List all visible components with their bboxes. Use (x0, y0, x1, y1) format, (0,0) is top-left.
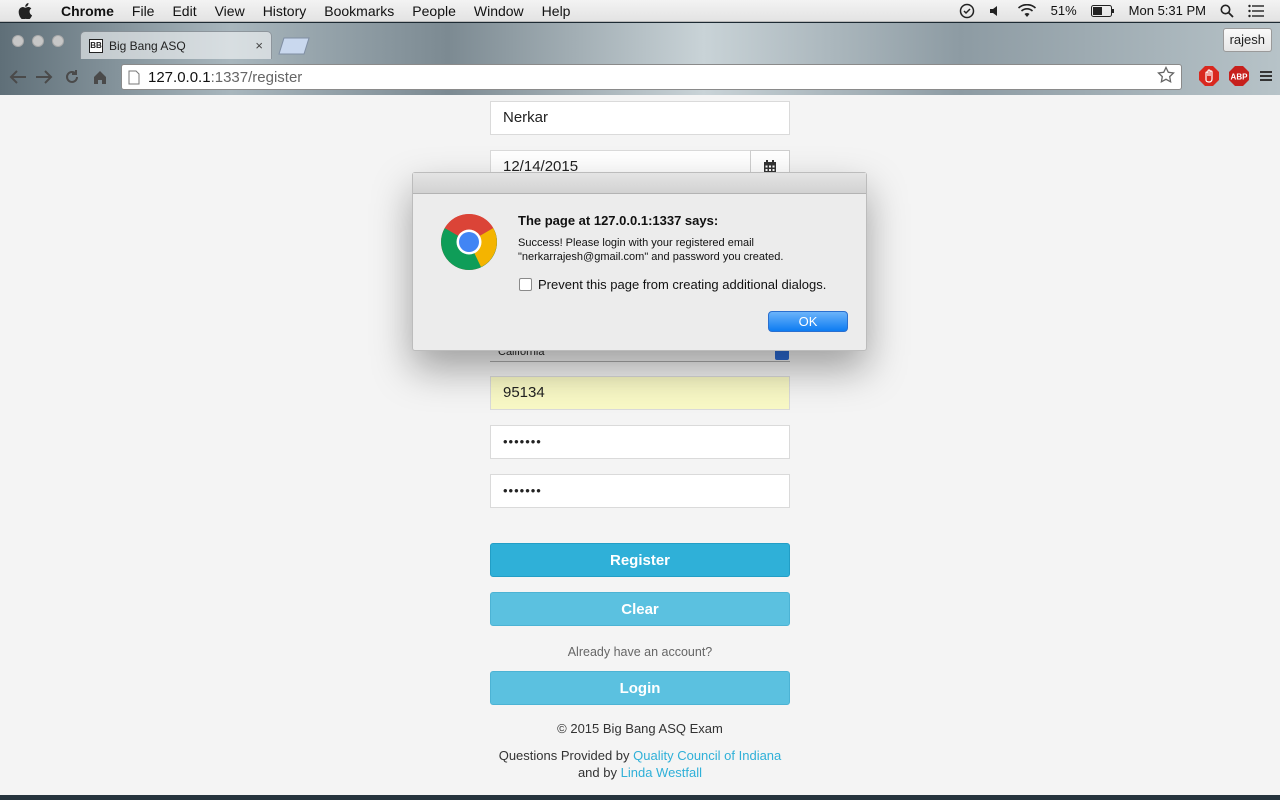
dialog-message-line1: Success! Please login with your register… (518, 237, 755, 249)
tab-strip: BB Big Bang ASQ × rajesh (0, 23, 1280, 59)
site-favicon-icon: BB (89, 38, 103, 53)
ok-button[interactable]: OK (768, 311, 848, 332)
questions-prefix: Questions Provided by (498, 748, 634, 763)
menu-file[interactable]: File (123, 0, 164, 22)
page-icon (128, 70, 140, 85)
alert-dialog: The page at 127.0.0.1:1337 says: Success… (412, 172, 867, 351)
quality-council-link[interactable]: Quality Council of Indiana (633, 748, 781, 763)
dialog-message: Success! Please login with your register… (518, 236, 848, 264)
select-chevron-down-icon (775, 350, 789, 360)
state-value: California (498, 350, 545, 358)
clear-button[interactable]: Clear (490, 592, 790, 626)
prevent-dialogs-row[interactable]: Prevent this page from creating addition… (519, 277, 826, 292)
dialog-heading: The page at 127.0.0.1:1337 says: (518, 213, 719, 228)
menu-help[interactable]: Help (533, 0, 580, 22)
window-close-button[interactable] (12, 35, 24, 47)
svg-text:ABP: ABP (1231, 73, 1249, 82)
home-icon[interactable] (88, 65, 112, 89)
notification-center-icon[interactable] (1248, 4, 1264, 18)
menu-history[interactable]: History (254, 0, 316, 22)
menu-view[interactable]: View (206, 0, 254, 22)
linda-westfall-link[interactable]: Linda Westfall (621, 765, 702, 780)
menu-bookmarks[interactable]: Bookmarks (315, 0, 403, 22)
apple-menu-icon[interactable] (18, 2, 40, 19)
state-select[interactable]: California (490, 350, 790, 362)
menu-app-chrome[interactable]: Chrome (52, 0, 123, 22)
last-name-input[interactable]: Nerkar (490, 101, 790, 135)
copyright-text: © 2015 Big Bang ASQ Exam (557, 721, 723, 736)
author-credit: and by Linda Westfall (0, 765, 1280, 780)
chrome-logo-icon (440, 213, 498, 276)
stop-extension-icon[interactable] (1198, 65, 1220, 92)
chrome-menu-icon[interactable] (1258, 68, 1274, 89)
spotlight-search-icon[interactable] (1220, 4, 1234, 18)
dialog-titlebar (413, 173, 866, 194)
volume-icon[interactable] (989, 4, 1003, 18)
password-input[interactable]: ••••••• (490, 425, 790, 459)
url-path: :1337/register (210, 68, 303, 86)
new-tab-button[interactable] (278, 37, 310, 60)
url-host: 127.0.0.1 (148, 68, 211, 86)
questions-credit: Questions Provided by Quality Council of… (0, 748, 1280, 763)
desktop-edge (0, 795, 1280, 800)
browser-toolbar: 127.0.0.1:1337/register ABP (0, 59, 1280, 95)
menu-window[interactable]: Window (465, 0, 533, 22)
back-arrow-icon[interactable] (6, 65, 30, 89)
window-zoom-button[interactable] (52, 35, 64, 47)
dialog-message-line2: "nerkarrajesh@gmail.com" and password yo… (518, 251, 784, 263)
wifi-icon[interactable] (1017, 3, 1037, 18)
macos-menu-bar: Chrome File Edit View History Bookmarks … (0, 0, 1280, 22)
battery-percent: 51% (1050, 3, 1077, 18)
reload-icon[interactable] (60, 65, 84, 89)
browser-chrome: BB Big Bang ASQ × rajesh 127.0.0.1:1337/… (0, 23, 1280, 95)
tab-title: Big Bang ASQ (109, 38, 186, 53)
menubar-clock[interactable]: Mon 5:31 PM (1129, 3, 1206, 18)
already-account-text: Already have an account? (567, 645, 713, 659)
tab-big-bang-asq[interactable]: BB Big Bang ASQ × (80, 31, 272, 59)
check-status-icon[interactable] (959, 3, 975, 19)
register-button[interactable]: Register (490, 543, 790, 577)
tab-close-icon[interactable]: × (255, 38, 263, 53)
zip-input[interactable]: 95134 (490, 376, 790, 410)
menu-people[interactable]: People (403, 0, 465, 22)
bookmark-star-icon[interactable] (1157, 65, 1175, 88)
profile-button[interactable]: rajesh (1222, 28, 1272, 52)
confirm-password-input[interactable]: ••••••• (490, 474, 790, 508)
and-by-text: and by (577, 765, 621, 780)
window-minimize-button[interactable] (32, 35, 44, 47)
menu-edit[interactable]: Edit (163, 0, 205, 22)
prevent-dialogs-label[interactable]: Prevent this page from creating addition… (538, 277, 826, 292)
adblock-plus-icon[interactable]: ABP (1228, 65, 1250, 92)
address-bar[interactable]: 127.0.0.1:1337/register (121, 64, 1182, 90)
forward-arrow-icon[interactable] (32, 65, 56, 89)
prevent-dialogs-checkbox[interactable] (519, 278, 532, 291)
login-button[interactable]: Login (490, 671, 790, 705)
extension-icons: ABP (1198, 65, 1274, 92)
battery-icon[interactable] (1090, 4, 1115, 17)
